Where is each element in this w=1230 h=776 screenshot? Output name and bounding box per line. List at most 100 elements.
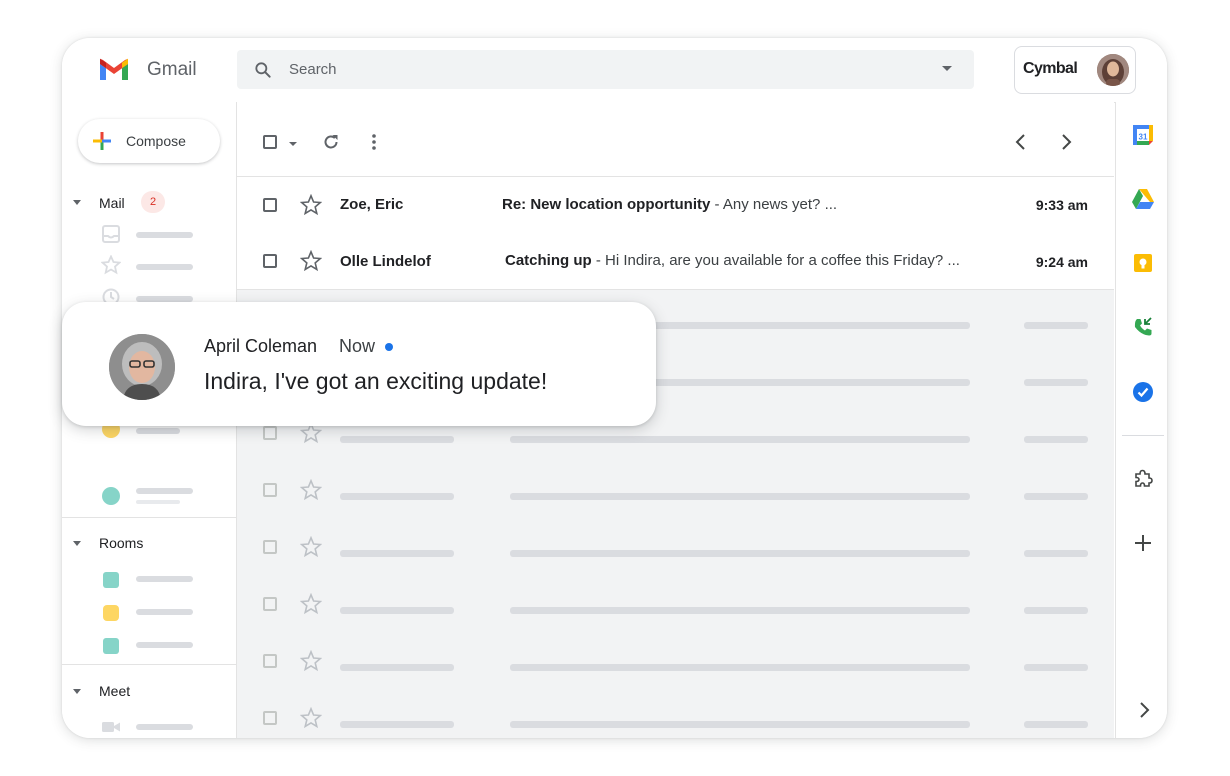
placeholder-checkbox [263,540,277,554]
mail-collapse-icon[interactable] [73,200,81,205]
placeholder-checkbox [263,711,277,725]
email-subject-line: Catching up - Hi Indira, are you availab… [505,252,960,269]
voice-icon[interactable] [1133,317,1153,337]
mail-section-label[interactable]: Mail [99,195,125,211]
email-subject: Catching up [505,252,592,269]
search-icon[interactable] [253,60,273,80]
room-label-placeholder [136,642,193,648]
notification-sender: April Coleman [204,336,318,356]
placeholder-subject [510,550,970,557]
section-divider [62,664,236,665]
room-yellow-icon[interactable] [101,603,121,623]
chat-label-placeholder [136,428,180,434]
placeholder-subject [510,607,970,614]
placeholder-sender [340,664,454,671]
compose-label: Compose [126,133,186,149]
placeholder-sender [340,550,454,557]
chat-teal-icon[interactable] [101,486,121,506]
meet-label-placeholder [136,724,193,730]
email-checkbox[interactable] [263,198,277,212]
placeholder-checkbox [263,597,277,611]
star-icon [300,650,322,672]
placeholder-sender [340,493,454,500]
tasks-icon[interactable] [1132,381,1154,403]
chevron-right-icon[interactable] [1056,132,1076,152]
room-teal-icon[interactable] [101,636,121,656]
placeholder-sender [340,436,454,443]
email-subject: Re: New location opportunity [502,196,711,213]
email-row[interactable]: Olle Lindelof Catching up - Hi Indira, a… [237,233,1114,290]
placeholder-time [1024,379,1088,386]
org-logo-text: Cymbal [1023,60,1078,77]
placeholder-checkbox [263,483,277,497]
placeholder-time [1024,607,1088,614]
svg-text:31: 31 [1139,133,1148,142]
placeholder-subject [510,436,970,443]
placeholder-time [1024,436,1088,443]
chat-label-placeholder [136,488,193,494]
list-toolbar [237,102,1114,177]
mail-unread-badge: 2 [141,191,165,213]
email-time: 9:24 am [1035,254,1088,270]
section-divider [62,517,236,518]
placeholder-subject [510,664,970,671]
email-checkbox[interactable] [263,254,277,268]
email-time: 9:33 am [1035,197,1088,213]
placeholder-email-row [237,632,1114,690]
room-label-placeholder [136,609,193,615]
starred-icon[interactable] [101,255,121,275]
placeholder-time [1024,322,1088,329]
star-icon [300,536,322,558]
calendar-icon[interactable]: 31 [1132,124,1154,146]
gmail-logo-icon[interactable] [98,58,130,82]
meet-collapse-icon[interactable] [73,689,81,694]
rooms-collapse-icon[interactable] [73,541,81,546]
placeholder-checkbox [263,654,277,668]
search-options-icon[interactable] [942,66,952,71]
placeholder-email-row [237,575,1114,633]
inbox-label-placeholder [136,232,193,238]
star-icon [300,593,322,615]
account-switcher[interactable]: Cymbal [1014,46,1136,94]
placeholder-subject [510,721,970,728]
placeholder-time [1024,493,1088,500]
star-icon [300,707,322,729]
top-bar: Gmail Cymbal [62,38,1167,103]
placeholder-sender [340,607,454,614]
placeholder-subject [510,493,970,500]
rooms-section-label[interactable]: Rooms [99,535,143,551]
room-teal-icon[interactable] [101,570,121,590]
sender-avatar [109,334,175,400]
addons-icon[interactable] [1133,468,1153,488]
placeholder-time [1024,550,1088,557]
video-camera-icon[interactable] [101,717,121,737]
chevron-left-icon[interactable] [1011,132,1031,152]
chat-notification[interactable]: April Coleman Now Indira, I've got an ex… [62,302,656,426]
app-name: Gmail [147,59,197,80]
user-avatar[interactable] [1097,54,1129,86]
email-snippet: - Any news yet? ... [710,196,838,213]
star-icon[interactable] [300,250,322,272]
more-options-icon[interactable] [364,132,384,152]
keep-icon[interactable] [1133,253,1153,273]
placeholder-email-row [237,518,1114,576]
drive-icon[interactable] [1131,188,1155,210]
chevron-right-icon[interactable] [1134,700,1154,720]
email-row[interactable]: Zoe, Eric Re: New location opportunity -… [237,177,1114,234]
notification-time: Now [339,336,376,356]
compose-button[interactable]: Compose [78,119,220,163]
notification-message: Indira, I've got an exciting update! [204,368,548,394]
select-options-icon[interactable] [289,142,297,146]
inbox-icon[interactable] [101,224,121,244]
add-icon[interactable] [1133,533,1153,553]
refresh-icon[interactable] [321,132,341,152]
meet-section-label[interactable]: Meet [99,683,130,699]
chat-sublabel-placeholder [136,500,180,504]
search-bar[interactable] [237,50,974,89]
email-sender: Olle Lindelof [340,253,431,270]
search-input[interactable] [289,50,889,89]
room-label-placeholder [136,576,193,582]
placeholder-time [1024,664,1088,671]
star-icon[interactable] [300,194,322,216]
select-all-checkbox[interactable] [263,135,277,149]
